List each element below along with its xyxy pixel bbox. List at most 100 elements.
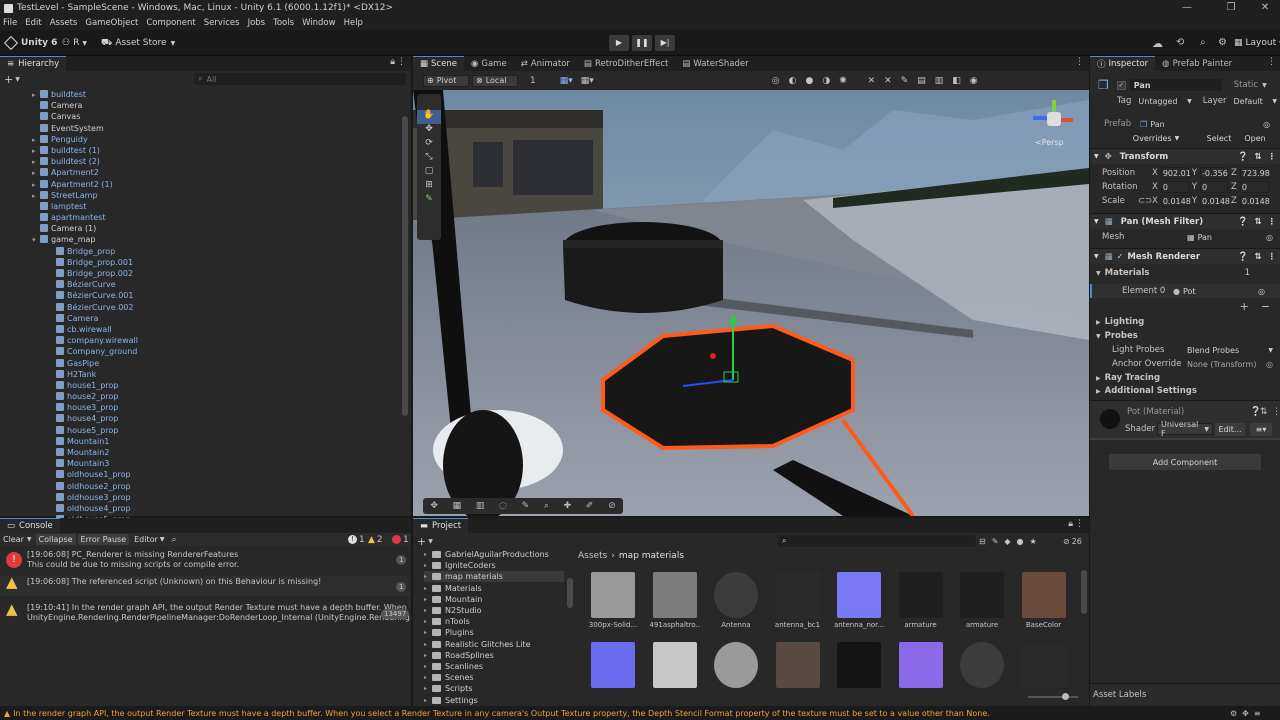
- breadcrumb-assets[interactable]: Assets: [578, 551, 607, 561]
- add-icon[interactable]: +: [417, 535, 426, 548]
- asset-item[interactable]: 300px-Solid...: [588, 572, 638, 629]
- light-probes-dropdown[interactable]: Blend Probes ▼: [1184, 344, 1276, 356]
- position-y-field[interactable]: -0.356: [1200, 167, 1229, 179]
- target-icon[interactable]: ◎: [1263, 120, 1270, 129]
- tab-hierarchy[interactable]: ≡ Hierarchy: [0, 56, 67, 71]
- menu-gameobject[interactable]: GameObject: [85, 18, 138, 28]
- tab-game[interactable]: ◉ Game: [464, 56, 514, 71]
- project-folder[interactable]: ▸ GabrielAguilarProductions: [424, 549, 549, 560]
- step-button[interactable]: ▶|: [655, 35, 675, 51]
- expand-arrow-icon[interactable]: ▸: [424, 627, 432, 638]
- project-folder[interactable]: ▸ Mountain: [424, 594, 482, 605]
- paint-icon[interactable]: ✎: [522, 501, 530, 511]
- zoom-icon[interactable]: ⌕: [544, 501, 549, 511]
- ray-tracing-row[interactable]: ▶ Ray Tracing: [1090, 371, 1280, 385]
- hierarchy-item[interactable]: Bridge_prop: [0, 246, 410, 257]
- lighting-row[interactable]: ▶ Lighting: [1090, 315, 1280, 329]
- more-icon[interactable]: ⋮: [397, 57, 406, 67]
- more-icon[interactable]: ⋮: [1267, 57, 1276, 67]
- tab-retro-dither-effect[interactable]: ▤ RetroDitherEffect: [577, 56, 675, 71]
- more-icon[interactable]: ⋮: [1075, 519, 1084, 529]
- hierarchy-item[interactable]: BézierCurve: [0, 279, 410, 290]
- expand-arrow-icon[interactable]: ▸: [424, 560, 432, 571]
- expand-arrow-icon[interactable]: ▸: [424, 594, 432, 605]
- asset-item[interactable]: armature: [957, 572, 1007, 629]
- project-folder[interactable]: ▸ N2Studio: [424, 605, 482, 616]
- probes-row[interactable]: ▼ Probes: [1090, 329, 1280, 343]
- status-icons[interactable]: ⚙✥≡: [1230, 709, 1266, 718]
- tag-dropdown[interactable]: Untagged ▼: [1135, 95, 1195, 107]
- anchor-override-field[interactable]: None (Transform) ◎: [1184, 358, 1276, 370]
- asset-labels-bar[interactable]: Asset Labels: [1090, 683, 1280, 705]
- hierarchy-item[interactable]: oldhouse4_prop: [0, 503, 410, 514]
- scale-y-field[interactable]: 0.0148: [1200, 195, 1230, 207]
- hierarchy-item[interactable]: GasPipe: [0, 358, 410, 369]
- scale-z-field[interactable]: 0.0148: [1239, 195, 1270, 207]
- move-tool-icon[interactable]: ✥: [417, 124, 441, 138]
- mesh-field[interactable]: ▦ Pan ◎: [1184, 231, 1276, 243]
- project-folder[interactable]: ▸ Scenes: [424, 672, 474, 683]
- more-icon[interactable]: ⋮: [1268, 252, 1277, 262]
- hierarchy-item[interactable]: BézierCurve.001: [0, 290, 410, 301]
- minimize-button[interactable]: —: [1172, 0, 1202, 16]
- project-folder[interactable]: ▸ Scripts: [424, 683, 472, 694]
- editor-dropdown[interactable]: Editor ▼: [131, 534, 167, 545]
- hierarchy-item[interactable]: house5_prop: [0, 425, 410, 436]
- expand-arrow-icon[interactable]: ▸: [424, 695, 432, 706]
- mesh-filter-header[interactable]: ▼ ▦ Pan (Mesh Filter) ❔ ⇅ ⋮: [1090, 213, 1280, 229]
- hierarchy-item[interactable]: ▸ buildtest (2): [0, 156, 410, 167]
- breadcrumb-map-materials[interactable]: map materials: [619, 551, 684, 561]
- help-icon[interactable]: ❔: [1238, 217, 1249, 227]
- persp-label[interactable]: <Persp: [1035, 138, 1064, 147]
- lock-icon[interactable]: 🔒︎: [390, 57, 395, 67]
- hierarchy-item[interactable]: Camera (1): [0, 223, 410, 234]
- add-component-button[interactable]: Add Component: [1109, 454, 1261, 470]
- hierarchy-item[interactable]: ▸ StreetLamp: [0, 190, 410, 201]
- warning-count-icon[interactable]: ▲ 2: [368, 535, 383, 545]
- status-message[interactable]: In the render graph API, the output Rend…: [13, 709, 990, 718]
- asset-item[interactable]: [773, 642, 823, 691]
- custom-tool-icon[interactable]: ✎: [417, 194, 441, 208]
- menu-component[interactable]: Component: [146, 18, 195, 28]
- settings-icon[interactable]: ⚙: [1218, 37, 1227, 48]
- scene-viewport[interactable]: ✋ ✥ ⟳ ⤡ ▢ ⊞ ✎ <Persp ✥ ▦ ▥ ◌ ✎ ⌕ ✚ ✐ ⊘: [413, 90, 1089, 516]
- asset-item[interactable]: [896, 642, 946, 691]
- asset-item[interactable]: [957, 642, 1007, 691]
- hierarchy-item[interactable]: oldhouse3_prop: [0, 492, 410, 503]
- menu-file[interactable]: File: [3, 18, 17, 28]
- cross-icon[interactable]: ✚: [564, 501, 572, 511]
- rotation-x-field[interactable]: 0: [1160, 181, 1189, 193]
- transform-header[interactable]: ▼ ✥ Transform ❔ ⇅ ⋮: [1090, 148, 1280, 164]
- project-folder[interactable]: ▸ Realistic Glitches Lite: [424, 639, 531, 650]
- rect-tool-icon[interactable]: ▢: [417, 166, 441, 180]
- grid-snap-icon[interactable]: ▦▾: [560, 76, 573, 86]
- asset-item[interactable]: [711, 642, 761, 691]
- asset-item[interactable]: [650, 642, 700, 691]
- rotation-z-field[interactable]: 0: [1239, 181, 1269, 193]
- hierarchy-item[interactable]: ▸ Apartment2 (1): [0, 179, 410, 190]
- gizmo-icon[interactable]: ⊘: [608, 501, 616, 511]
- prefab-field[interactable]: ❒ Pan ◎: [1137, 118, 1274, 130]
- hierarchy-search-input[interactable]: ⌕ All: [194, 73, 406, 85]
- target-icon[interactable]: ◎: [1266, 233, 1273, 242]
- collapse-button[interactable]: Collapse: [35, 534, 76, 545]
- tab-inspector[interactable]: ⓘ Inspector: [1090, 56, 1156, 71]
- scale-tool-icon[interactable]: ⤡: [417, 152, 441, 166]
- asset-item[interactable]: Antenna: [711, 572, 761, 629]
- expand-arrow-icon[interactable]: ▸: [424, 672, 432, 683]
- search-icon[interactable]: ⌕: [1200, 37, 1206, 48]
- orientation-gizmo[interactable]: <Persp: [1025, 100, 1081, 150]
- expand-arrow-icon[interactable]: ▸: [424, 661, 432, 672]
- hierarchy-item[interactable]: house3_prop: [0, 402, 410, 413]
- tab-water-shader[interactable]: ▤ WaterShader: [675, 56, 755, 71]
- hierarchy-item[interactable]: house4_prop: [0, 413, 410, 424]
- snap-icon[interactable]: ▥: [476, 501, 485, 511]
- expand-arrow-icon[interactable]: ▸: [424, 639, 432, 650]
- history-icon[interactable]: ⟲: [1176, 37, 1184, 48]
- shader-dropdown[interactable]: Universal F ▼: [1157, 420, 1213, 438]
- menu-tools[interactable]: Tools: [273, 18, 294, 28]
- remove-element-button[interactable]: −: [1261, 300, 1270, 313]
- tab-scene[interactable]: ▦ Scene: [413, 56, 464, 71]
- add-element-button[interactable]: +: [1240, 300, 1249, 313]
- hidden-packages-icon[interactable]: ⊘ 26: [1063, 537, 1082, 546]
